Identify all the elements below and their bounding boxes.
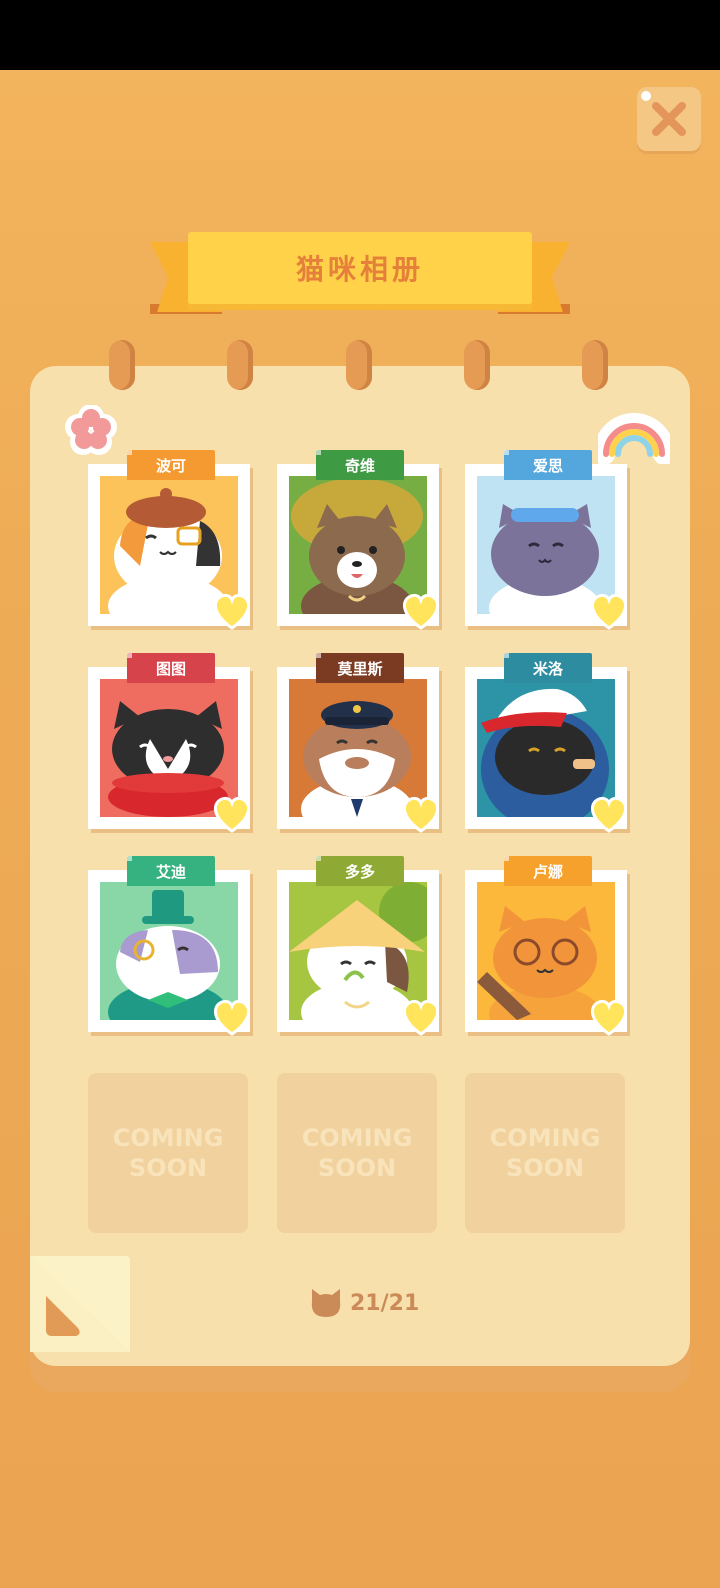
cat-name-tag: 爱思 <box>504 450 592 480</box>
heart-icon <box>402 796 440 833</box>
close-icon <box>652 102 686 136</box>
cat-card-milo[interactable]: 米洛 <box>465 653 628 833</box>
cat-card-luna[interactable]: 卢娜 <box>465 856 628 1036</box>
cat-card-tutu[interactable]: 图图 <box>88 653 251 833</box>
coming-soon-text: SOON <box>505 1154 585 1182</box>
page-corner-fold-icon[interactable] <box>30 1256 130 1366</box>
counter-text: 21/21 <box>350 1290 420 1316</box>
cat-name-tag: 艾迪 <box>127 856 215 886</box>
cat-name-tag: 奇维 <box>316 450 404 480</box>
cat-name-tag: 波可 <box>127 450 215 480</box>
coming-soon-slot: COMING SOON <box>88 1073 248 1233</box>
heart-icon <box>402 999 440 1036</box>
cat-card-boke[interactable]: 波可 <box>88 450 251 630</box>
coming-soon-slot: COMING SOON <box>465 1073 625 1233</box>
cat-card-duoduo[interactable]: 多多 <box>277 856 440 1036</box>
cat-name-tag: 多多 <box>316 856 404 886</box>
coming-soon-text: COMING <box>489 1124 601 1152</box>
binder-ring <box>464 340 490 390</box>
rainbow-sticker-icon <box>598 413 670 464</box>
close-button[interactable] <box>637 87 701 151</box>
cat-head-icon <box>311 1289 341 1317</box>
status-bar <box>0 0 720 70</box>
cat-card-aidi[interactable]: 艾迪 <box>88 856 251 1036</box>
coming-soon-text: COMING <box>112 1124 224 1152</box>
coming-soon-text: COMING <box>301 1124 413 1152</box>
binder-ring <box>109 340 135 390</box>
cat-name-tag: 莫里斯 <box>316 653 404 683</box>
page-title: 猫咪相册 <box>295 253 424 286</box>
title-ribbon: 猫咪相册 <box>150 232 570 322</box>
coming-soon-text: SOON <box>317 1154 397 1182</box>
heart-icon <box>590 999 628 1036</box>
cat-name-tag: 图图 <box>127 653 215 683</box>
binder-ring <box>346 340 372 390</box>
heart-icon <box>590 796 628 833</box>
heart-icon <box>213 999 251 1036</box>
cat-card-aisi[interactable]: 爱思 <box>465 450 628 630</box>
flower-sticker-icon <box>65 405 117 455</box>
heart-icon <box>213 796 251 833</box>
binder-ring <box>582 340 608 390</box>
coming-soon-text: SOON <box>128 1154 208 1182</box>
sparkle-dot <box>641 91 651 101</box>
cat-name-tag: 卢娜 <box>504 856 592 886</box>
heart-icon <box>402 593 440 630</box>
heart-icon <box>590 593 628 630</box>
coming-soon-slot: COMING SOON <box>277 1073 437 1233</box>
cat-card-qiwei[interactable]: 奇维 <box>277 450 440 630</box>
binder-ring <box>227 340 253 390</box>
cat-card-morris[interactable]: 莫里斯 <box>277 653 440 833</box>
heart-icon <box>213 593 251 630</box>
cat-name-tag: 米洛 <box>504 653 592 683</box>
collection-counter: 21/21 <box>308 1283 419 1323</box>
